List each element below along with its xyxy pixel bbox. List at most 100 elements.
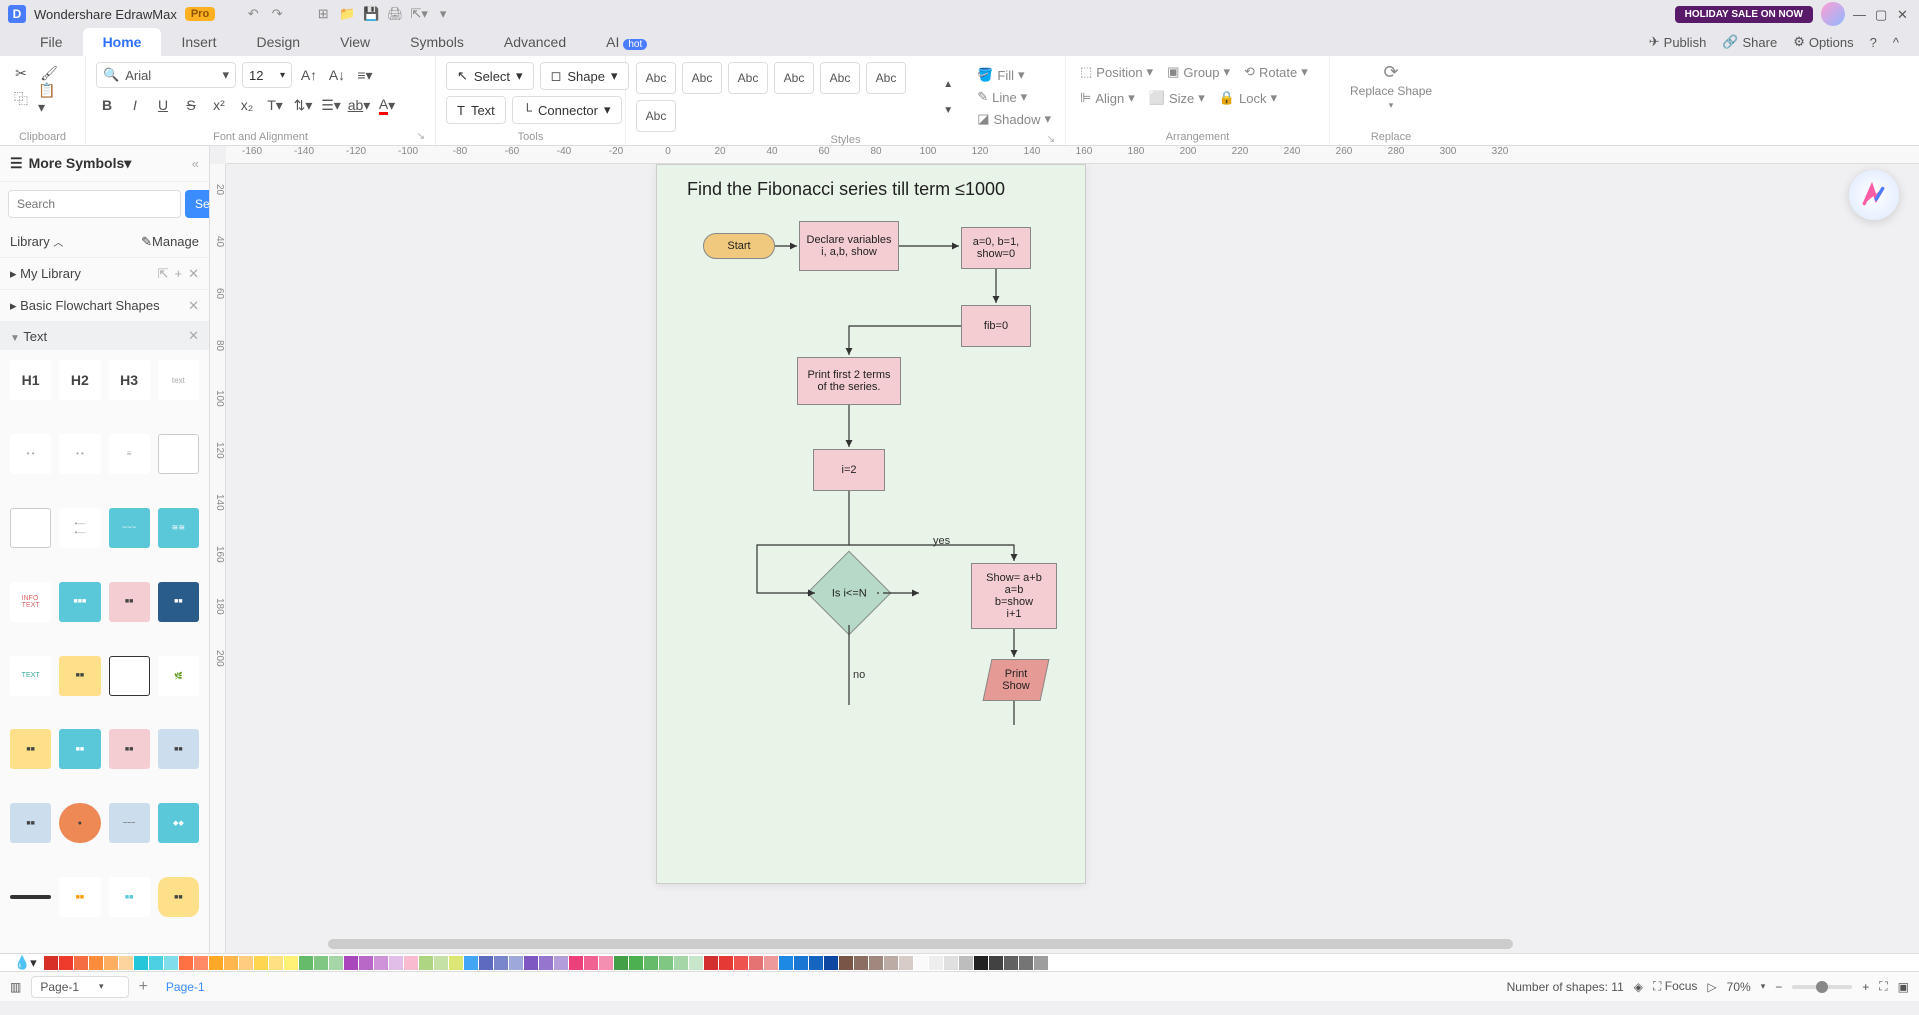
shape-15[interactable]: ■■ bbox=[109, 582, 150, 622]
color-swatch[interactable] bbox=[524, 956, 538, 970]
color-swatch[interactable] bbox=[134, 956, 148, 970]
style-preset-1[interactable]: Abc bbox=[636, 62, 676, 94]
color-swatch[interactable] bbox=[1049, 956, 1063, 970]
color-swatch[interactable] bbox=[899, 956, 913, 970]
shape-13[interactable]: INFOTEXT bbox=[10, 582, 51, 622]
fib-shape[interactable]: fib=0 bbox=[961, 305, 1031, 347]
color-swatch[interactable] bbox=[284, 956, 298, 970]
color-swatch[interactable] bbox=[194, 956, 208, 970]
update-shape[interactable]: Show= a+b a=b b=show i+1 bbox=[971, 563, 1057, 629]
shape-17[interactable]: TEXT bbox=[10, 656, 51, 696]
declare-shape[interactable]: Declare variables i, a,b, show bbox=[799, 221, 899, 271]
menu-advanced[interactable]: Advanced bbox=[484, 28, 586, 56]
color-swatch[interactable] bbox=[584, 956, 598, 970]
publish-button[interactable]: ✈Publish bbox=[1649, 34, 1707, 50]
collapse-ribbon-button[interactable]: ^ bbox=[1893, 35, 1899, 50]
color-swatch[interactable] bbox=[614, 956, 628, 970]
share-button[interactable]: 🔗Share bbox=[1722, 34, 1777, 50]
zoom-value[interactable]: 70% bbox=[1727, 980, 1751, 994]
shape-7[interactable]: ≡ bbox=[109, 434, 150, 474]
color-swatch[interactable] bbox=[404, 956, 418, 970]
manage-button[interactable]: ✎Manage bbox=[141, 234, 199, 250]
color-swatch[interactable] bbox=[809, 956, 823, 970]
zoom-slider[interactable] bbox=[1792, 985, 1852, 989]
color-swatch[interactable] bbox=[44, 956, 58, 970]
shape-32[interactable]: ■■ bbox=[158, 877, 199, 917]
pages-icon[interactable]: ▥ bbox=[10, 980, 21, 994]
close-text-icon[interactable]: ✕ bbox=[188, 328, 199, 344]
undo-icon[interactable]: ↶ bbox=[245, 6, 261, 22]
subscript-icon[interactable]: x₂ bbox=[236, 94, 258, 116]
layers-icon[interactable]: ◈ bbox=[1634, 980, 1643, 994]
color-swatch[interactable] bbox=[674, 956, 688, 970]
align-button[interactable]: ⊫Align▾ bbox=[1076, 88, 1139, 108]
add-page-button[interactable]: + bbox=[139, 978, 148, 996]
fit-page-icon[interactable]: ⛶ bbox=[1879, 979, 1887, 994]
style-preset-3[interactable]: Abc bbox=[728, 62, 768, 94]
symbol-search-button[interactable]: Search bbox=[185, 190, 210, 218]
color-swatch[interactable] bbox=[689, 956, 703, 970]
close-basic-icon[interactable]: ✕ bbox=[188, 298, 199, 314]
color-swatch[interactable] bbox=[839, 956, 853, 970]
help-button[interactable]: ? bbox=[1870, 35, 1877, 50]
increase-font-icon[interactable]: A↑ bbox=[298, 64, 320, 86]
color-swatch[interactable] bbox=[569, 956, 583, 970]
color-swatch[interactable] bbox=[869, 956, 883, 970]
shape-14[interactable]: ■■■ bbox=[59, 582, 100, 622]
save-icon[interactable]: 💾 bbox=[363, 6, 379, 22]
color-swatch[interactable] bbox=[539, 956, 553, 970]
shape-18[interactable]: ■■ bbox=[59, 656, 100, 696]
color-swatch[interactable] bbox=[1019, 956, 1033, 970]
superscript-icon[interactable]: x² bbox=[208, 94, 230, 116]
color-swatch[interactable] bbox=[209, 956, 223, 970]
replace-shape-button[interactable]: ⟳ Replace Shape ▾ bbox=[1340, 62, 1442, 111]
color-swatch[interactable] bbox=[164, 956, 178, 970]
options-button[interactable]: ⚙Options bbox=[1793, 34, 1853, 50]
shape-5[interactable]: • • bbox=[10, 434, 51, 474]
shape-21[interactable]: ■■ bbox=[10, 729, 51, 769]
symbol-search-input[interactable] bbox=[8, 190, 181, 218]
decrease-font-icon[interactable]: A↓ bbox=[326, 64, 348, 86]
color-swatch[interactable] bbox=[479, 956, 493, 970]
group-button[interactable]: ▣Group▾ bbox=[1163, 62, 1234, 82]
color-swatch[interactable] bbox=[104, 956, 118, 970]
color-swatch[interactable] bbox=[89, 956, 103, 970]
color-swatch[interactable] bbox=[629, 956, 643, 970]
page-select[interactable]: Page-1 ▾ bbox=[31, 976, 128, 998]
menu-view[interactable]: View bbox=[320, 28, 390, 56]
italic-icon[interactable]: I bbox=[124, 94, 146, 116]
color-swatch[interactable] bbox=[434, 956, 448, 970]
shape-20[interactable]: 🌿 bbox=[158, 656, 199, 696]
shape-28[interactable]: ◆◆ bbox=[158, 803, 199, 843]
redo-icon[interactable]: ↷ bbox=[269, 6, 285, 22]
play-icon[interactable]: ▷ bbox=[1707, 980, 1716, 994]
shape-27[interactable]: ~~~ bbox=[109, 803, 150, 843]
color-swatch[interactable] bbox=[1034, 956, 1048, 970]
color-swatch[interactable] bbox=[974, 956, 988, 970]
style-preset-6[interactable]: Abc bbox=[866, 62, 906, 94]
color-swatch[interactable] bbox=[464, 956, 478, 970]
shape-29[interactable] bbox=[10, 895, 51, 899]
style-preset-4[interactable]: Abc bbox=[774, 62, 814, 94]
font-select[interactable]: 🔍Arial▾ bbox=[96, 62, 236, 88]
shape-9[interactable] bbox=[10, 508, 51, 548]
color-swatch[interactable] bbox=[359, 956, 373, 970]
my-library-item[interactable]: ▸ My Library bbox=[10, 266, 81, 282]
color-swatch[interactable] bbox=[149, 956, 163, 970]
color-swatch[interactable] bbox=[269, 956, 283, 970]
more-symbols-title[interactable]: More Symbols▾ bbox=[29, 155, 132, 172]
size-button[interactable]: ⬜Size▾ bbox=[1145, 88, 1209, 108]
color-swatch[interactable] bbox=[119, 956, 133, 970]
color-swatch[interactable] bbox=[329, 956, 343, 970]
menu-symbols[interactable]: Symbols bbox=[390, 28, 484, 56]
bold-icon[interactable]: B bbox=[96, 94, 118, 116]
add-icon[interactable]: + bbox=[175, 266, 183, 282]
print-icon[interactable]: 🖨 bbox=[387, 6, 403, 22]
shape-31[interactable]: ■■ bbox=[109, 877, 150, 917]
line-spacing-icon[interactable]: ⇅▾ bbox=[292, 94, 314, 116]
color-swatch[interactable] bbox=[719, 956, 733, 970]
format-painter-icon[interactable]: 🖌 bbox=[38, 62, 60, 84]
close-icon[interactable]: ✕ bbox=[1897, 7, 1911, 21]
color-swatch[interactable] bbox=[74, 956, 88, 970]
shape-12[interactable]: ≋≋ bbox=[158, 508, 199, 548]
